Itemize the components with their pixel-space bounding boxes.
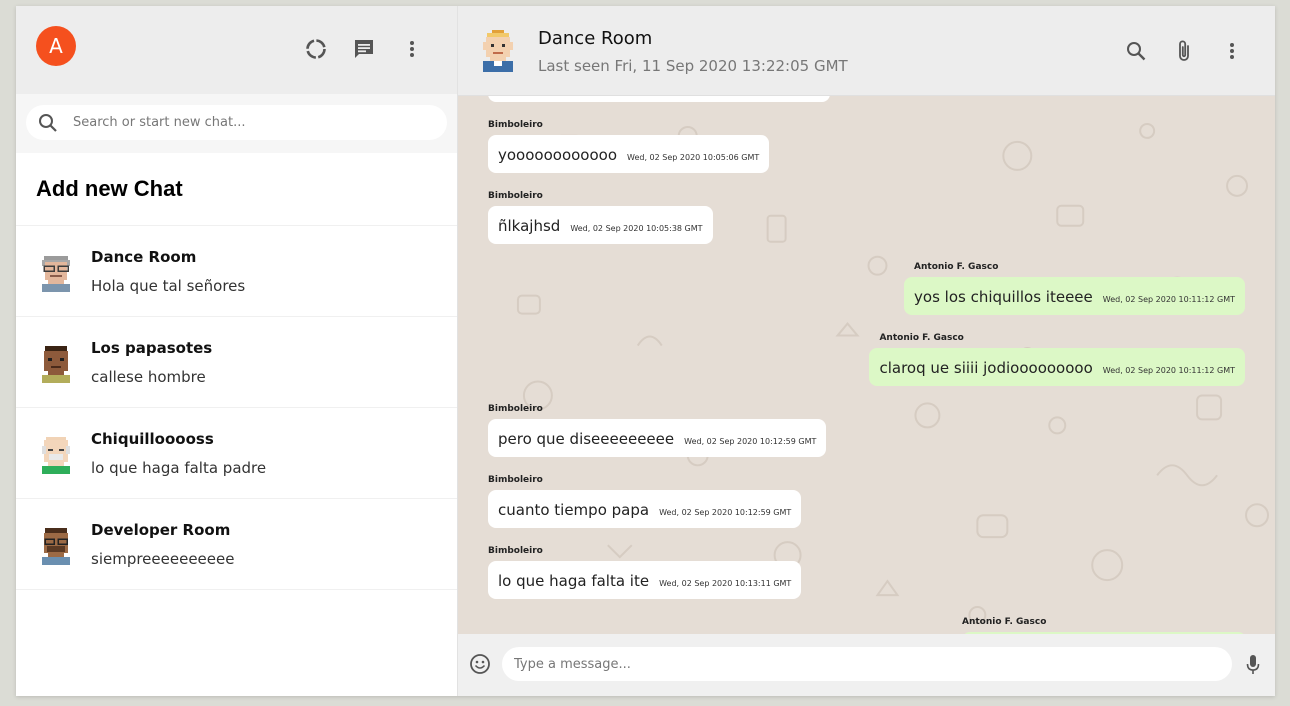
avatar <box>42 256 70 292</box>
message-sender: Bimboleiro <box>488 475 543 485</box>
chat-last-message: siempreeeeeeeeee <box>91 550 235 568</box>
message: Bimboleiro cuanto tiempo papa Wed, 02 Se… <box>488 475 802 528</box>
message-sender: Antonio F. Gasco <box>914 262 999 272</box>
message-time: Wed, 02 Sep 2020 10:13:11 GMT <box>659 579 792 588</box>
add-new-chat[interactable]: Add new Chat <box>16 153 457 226</box>
avatar[interactable] <box>480 28 516 72</box>
message-sender: Antonio F. Gasco <box>962 617 1047 627</box>
status-icon[interactable] <box>304 37 328 61</box>
message-time: Wed, 02 Sep 2020 10:12:59 GMT <box>659 508 792 517</box>
search-icon[interactable] <box>1124 39 1148 63</box>
message-composer <box>458 634 1275 696</box>
chat-last-message: lo que haga falta padre <box>91 459 267 477</box>
message-sender: Bimboleiro <box>488 546 543 556</box>
app-window: A Search or start new chat... Add new Ch… <box>16 6 1275 696</box>
message-bubble: yoooooooooooo Wed, 02 Sep 2020 10:05:06 … <box>488 135 770 173</box>
message-input-box <box>502 647 1232 681</box>
message-bubble: ñlkajhsd Wed, 02 Sep 2020 10:05:38 GMT <box>488 206 713 244</box>
message-sender: Antonio F. Gasco <box>879 333 964 343</box>
search-bar <box>16 94 457 153</box>
message-bubble <box>488 96 830 102</box>
chat-last-message: callese hombre <box>91 368 206 386</box>
message-time: Wed, 02 Sep 2020 10:11:12 GMT <box>1102 366 1235 375</box>
chat-header: Dance Room Last seen Fri, 11 Sep 2020 13… <box>458 6 1275 96</box>
message: Bimboleiro yoooooooooooo Wed, 02 Sep 202… <box>488 120 770 173</box>
message: Antonio F. Gasco claroq ue siiii jodiooo… <box>869 333 1245 386</box>
chat-name: Developer Room <box>91 521 231 539</box>
message-text: lo que haga falta ite <box>498 572 650 590</box>
chat-title: Dance Room <box>538 28 653 49</box>
sidebar: A Search or start new chat... Add new Ch… <box>16 6 458 696</box>
message-bubble: lo que haga falta ite Wed, 02 Sep 2020 1… <box>488 561 802 599</box>
chat-name: Chiquillooooss <box>91 430 214 448</box>
message-sender: Bimboleiro <box>488 191 543 201</box>
chat-list-item[interactable]: Developer Room siempreeeeeeeeee <box>16 499 457 590</box>
message: Bimboleiro pero que diseeeeeeeee Wed, 02… <box>488 404 827 457</box>
message: Antonio F. Gasco <box>962 617 1246 634</box>
message-bubble: cuanto tiempo papa Wed, 02 Sep 2020 10:1… <box>488 490 802 528</box>
message-input[interactable] <box>512 655 1216 673</box>
message-text: yos los chiquillos iteeee <box>914 288 1093 306</box>
menu-icon[interactable] <box>1220 39 1244 63</box>
message-time: Wed, 02 Sep 2020 10:05:06 GMT <box>627 153 760 162</box>
new-chat-icon[interactable] <box>352 37 376 61</box>
message-text: yoooooooooooo <box>498 146 618 164</box>
chat-last-message: Hola que tal señores <box>91 277 246 295</box>
message-bubble: pero que diseeeeeeeee Wed, 02 Sep 2020 1… <box>488 419 827 457</box>
message: Antonio F. Gasco yos los chiquillos itee… <box>904 262 1245 315</box>
chat-name: Los papasotes <box>91 339 213 357</box>
message: Bimboleiro lo que haga falta ite Wed, 02… <box>488 546 802 599</box>
my-avatar[interactable]: A <box>36 26 76 66</box>
avatar <box>42 528 70 565</box>
chat-list-item[interactable]: Chiquillooooss lo que haga falta padre <box>16 408 457 499</box>
emoji-icon[interactable] <box>469 653 491 675</box>
message-sender: Bimboleiro <box>488 120 543 130</box>
avatar <box>42 437 70 474</box>
chat-name: Dance Room <box>91 248 197 266</box>
message-time: Wed, 02 Sep 2020 10:11:12 GMT <box>1102 295 1235 304</box>
message-bubble: claroq ue siiii jodiooooooooo Wed, 02 Se… <box>869 348 1245 386</box>
search-box <box>26 105 447 140</box>
chat-list-item[interactable]: Los papasotes callese hombre <box>16 317 457 408</box>
menu-icon[interactable] <box>400 37 424 61</box>
message-time: Wed, 02 Sep 2020 10:05:38 GMT <box>570 224 703 233</box>
message-text: claroq ue siiii jodiooooooooo <box>879 359 1093 377</box>
message-list[interactable]: Bimboleiro yoooooooooooo Wed, 02 Sep 202… <box>458 96 1275 634</box>
message-text: cuanto tiempo papa <box>498 501 650 519</box>
message: Bimboleiro ñlkajhsd Wed, 02 Sep 2020 10:… <box>488 191 713 244</box>
microphone-icon[interactable] <box>1245 653 1261 677</box>
message-text: ñlkajhsd <box>498 217 561 235</box>
search-icon <box>39 113 57 132</box>
message-bubble: yos los chiquillos iteeee Wed, 02 Sep 20… <box>904 277 1245 315</box>
sidebar-header: A <box>16 6 457 94</box>
chat-list-item[interactable]: Dance Room Hola que tal señores <box>16 226 457 317</box>
chat-panel: Dance Room Last seen Fri, 11 Sep 2020 13… <box>458 6 1275 696</box>
message-text: pero que diseeeeeeeee <box>498 430 675 448</box>
attach-icon[interactable] <box>1172 39 1196 63</box>
search-input[interactable] <box>71 114 435 131</box>
last-seen-status: Last seen Fri, 11 Sep 2020 13:22:05 GMT <box>538 57 848 75</box>
avatar <box>42 346 70 383</box>
message-time: Wed, 02 Sep 2020 10:12:59 GMT <box>684 437 817 446</box>
message-sender: Bimboleiro <box>488 404 543 414</box>
